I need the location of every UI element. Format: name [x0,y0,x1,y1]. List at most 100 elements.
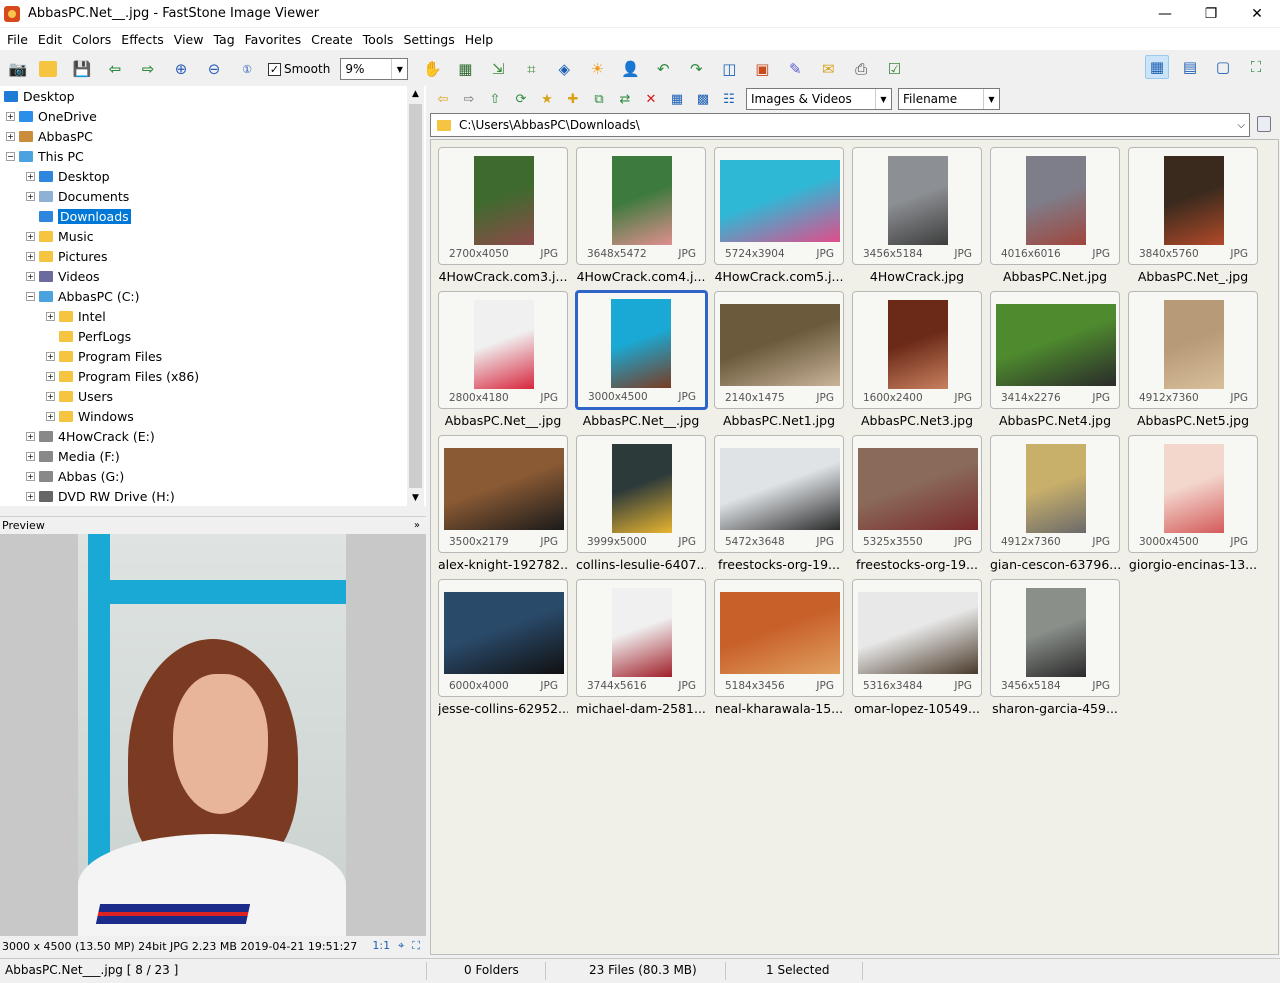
settings-icon[interactable]: ☑ [882,57,906,81]
chevron-down-icon[interactable]: ⌵ [1237,120,1245,131]
hand-tool-icon[interactable]: ✋ [420,57,444,81]
thumbnail-card[interactable]: 2700x4050 JPG [438,147,568,265]
menu-favorites[interactable]: Favorites [240,32,306,47]
sort-combo[interactable]: Filename ▼ [898,88,1000,110]
select-all-icon[interactable]: ▦ [668,90,686,108]
rotate-left-icon[interactable]: ↶ [651,57,675,81]
thumbnail-item[interactable]: 3456x5184 JPG 4HowCrack.jpg [852,147,990,291]
thumbnail-card[interactable]: 3648x5472 JPG [576,147,706,265]
expand-toggle-icon[interactable]: + [26,451,35,461]
tree-item[interactable]: + Pictures [26,246,108,266]
thumbnail-card[interactable]: 2800x4180 JPG [438,291,568,409]
menu-settings[interactable]: Settings [398,32,459,47]
camera-icon[interactable]: 📷 [6,57,30,81]
menu-help[interactable]: Help [460,32,499,47]
expand-toggle-icon[interactable] [46,332,55,341]
resize-icon[interactable]: ⇲ [486,57,510,81]
print-icon[interactable]: ⎙ [849,57,873,81]
thumbnail-card[interactable]: 3000x4500 JPG [575,290,708,410]
menu-tools[interactable]: Tools [358,32,399,47]
tree-item[interactable]: + Intel [46,306,106,326]
layout-preview-icon[interactable]: ▤ [1178,55,1202,79]
thumbnail-item[interactable]: 5184x3456 JPG neal-kharawala-15... [714,579,852,723]
chevron-down-icon[interactable]: ▼ [983,89,999,109]
thumbnail-item[interactable]: 3744x5616 JPG michael-dam-2581... [576,579,714,723]
crop-icon[interactable]: ⌗ [519,57,543,81]
thumbnail-item[interactable]: 4016x6016 JPG AbbasPC.Net.jpg [990,147,1128,291]
thumbnail-card[interactable]: 5325x3550 JPG [852,435,982,553]
expand-toggle-icon[interactable]: + [26,271,35,281]
thumbnail-card[interactable]: 3840x5760 JPG [1128,147,1258,265]
tree-item[interactable]: − This PC [6,146,84,166]
thumbnail-item[interactable]: 3840x5760 JPG AbbasPC.Net_.jpg [1128,147,1266,291]
thumbnail-card[interactable]: 3999x5000 JPG [576,435,706,553]
thumbnail-item[interactable]: 2140x1475 JPG AbbasPC.Net1.jpg [714,291,852,435]
tree-item[interactable]: PerfLogs [46,326,131,346]
scroll-up-icon[interactable]: ▲ [407,86,424,102]
expand-toggle-icon[interactable]: − [6,151,15,161]
thumbnail-item[interactable]: 3000x4500 JPG giorgio-encinas-13... [1128,435,1266,579]
tree-item[interactable]: +4HowCrack (E:) [26,426,155,446]
next-image-icon[interactable]: ⇨ [136,57,160,81]
tree-item[interactable]: − AbbasPC (C:) [26,286,140,306]
thumbnail-item[interactable]: 5724x3904 JPG 4HowCrack.com5.j... [714,147,852,291]
expand-toggle-icon[interactable]: + [26,431,35,441]
tree-item[interactable]: + Videos [26,266,100,286]
thumbnail-item[interactable]: 5325x3550 JPG freestocks-org-19... [852,435,990,579]
menu-create[interactable]: Create [306,32,358,47]
open-folder-icon[interactable] [39,61,57,77]
rotate-right-icon[interactable]: ↷ [684,57,708,81]
expand-toggle-icon[interactable]: + [46,351,55,361]
thumbnail-card[interactable]: 3500x2179 JPG [438,435,568,553]
close-button[interactable]: ✕ [1234,0,1280,27]
type-filter-combo[interactable]: Images & Videos ▼ [746,88,892,110]
scroll-thumb[interactable] [409,104,422,488]
tree-item[interactable]: + Media (F:) [26,446,120,466]
expand-toggle-icon[interactable]: − [26,291,35,301]
thumbnail-card[interactable]: 3456x5184 JPG [852,147,982,265]
expand-toggle-icon[interactable]: + [46,391,55,401]
person-icon[interactable]: 👤 [618,57,642,81]
thumbnail-card[interactable]: 3000x4500 JPG [1128,435,1258,553]
expand-toggle-icon[interactable]: + [26,191,35,201]
tree-item[interactable]: + Music [26,226,94,246]
expand-toggle-icon[interactable]: + [6,131,15,141]
tree-scrollbar[interactable]: ▲ ▼ [407,86,424,506]
tree-item[interactable]: + Desktop [26,166,110,186]
zoom-combo[interactable]: 9% ▼ [340,58,409,80]
thumbnail-item[interactable]: 3414x2276 JPG AbbasPC.Net4.jpg [990,291,1128,435]
tree-item[interactable]: Desktop [4,86,75,106]
path-field[interactable]: C:\Users\AbbasPC\Downloads\ ⌵ [430,113,1250,137]
thumbnail-item[interactable]: 1600x2400 JPG AbbasPC.Net3.jpg [852,291,990,435]
new-folder-icon[interactable]: ✚ [564,90,582,108]
back-icon[interactable]: ⇦ [434,90,452,108]
thumbnail-item[interactable]: 2700x4050 JPG 4HowCrack.com3.j... [438,147,576,291]
tree-item[interactable]: + Documents [26,186,129,206]
thumbnail-card[interactable]: 5724x3904 JPG [714,147,844,265]
brightness-icon[interactable]: ☀ [585,57,609,81]
expand-toggle-icon[interactable]: + [46,311,55,321]
expand-toggle-icon[interactable] [26,212,35,221]
menu-effects[interactable]: Effects [116,32,169,47]
thumbnail-item[interactable]: 3648x5472 JPG 4HowCrack.com4.j... [576,147,714,291]
chevron-down-icon[interactable]: ▼ [391,59,407,79]
forward-icon[interactable]: ⇨ [460,90,478,108]
refresh-icon[interactable]: ⟳ [512,90,530,108]
menu-edit[interactable]: Edit [33,32,67,47]
thumbnail-item[interactable]: 4912x7360 JPG AbbasPC.Net5.jpg [1128,291,1266,435]
path-value[interactable]: C:\Users\AbbasPC\Downloads\ [459,118,640,132]
smooth-check-mark[interactable]: ✓ [268,62,281,76]
thumbnail-card[interactable]: 4912x7360 JPG [990,435,1120,553]
tree-item[interactable]: + Users [46,386,113,406]
tree-item[interactable]: + OneDrive [6,106,97,126]
thumbnail-card[interactable]: 4912x7360 JPG [1128,291,1258,409]
thumbnail-card[interactable]: 5316x3484 JPG [852,579,982,697]
fit-window-icon[interactable]: ⌖ [398,939,404,953]
parent-folder-icon[interactable]: ⇧ [486,90,504,108]
email-icon[interactable]: ✉ [816,57,840,81]
scroll-down-icon[interactable]: ▼ [407,490,424,506]
save-icon[interactable]: 💾 [70,57,94,81]
thumbnail-card[interactable]: 6000x4000 JPG [438,579,568,697]
thumbnail-card[interactable]: 4016x6016 JPG [990,147,1120,265]
menu-view[interactable]: View [169,32,209,47]
